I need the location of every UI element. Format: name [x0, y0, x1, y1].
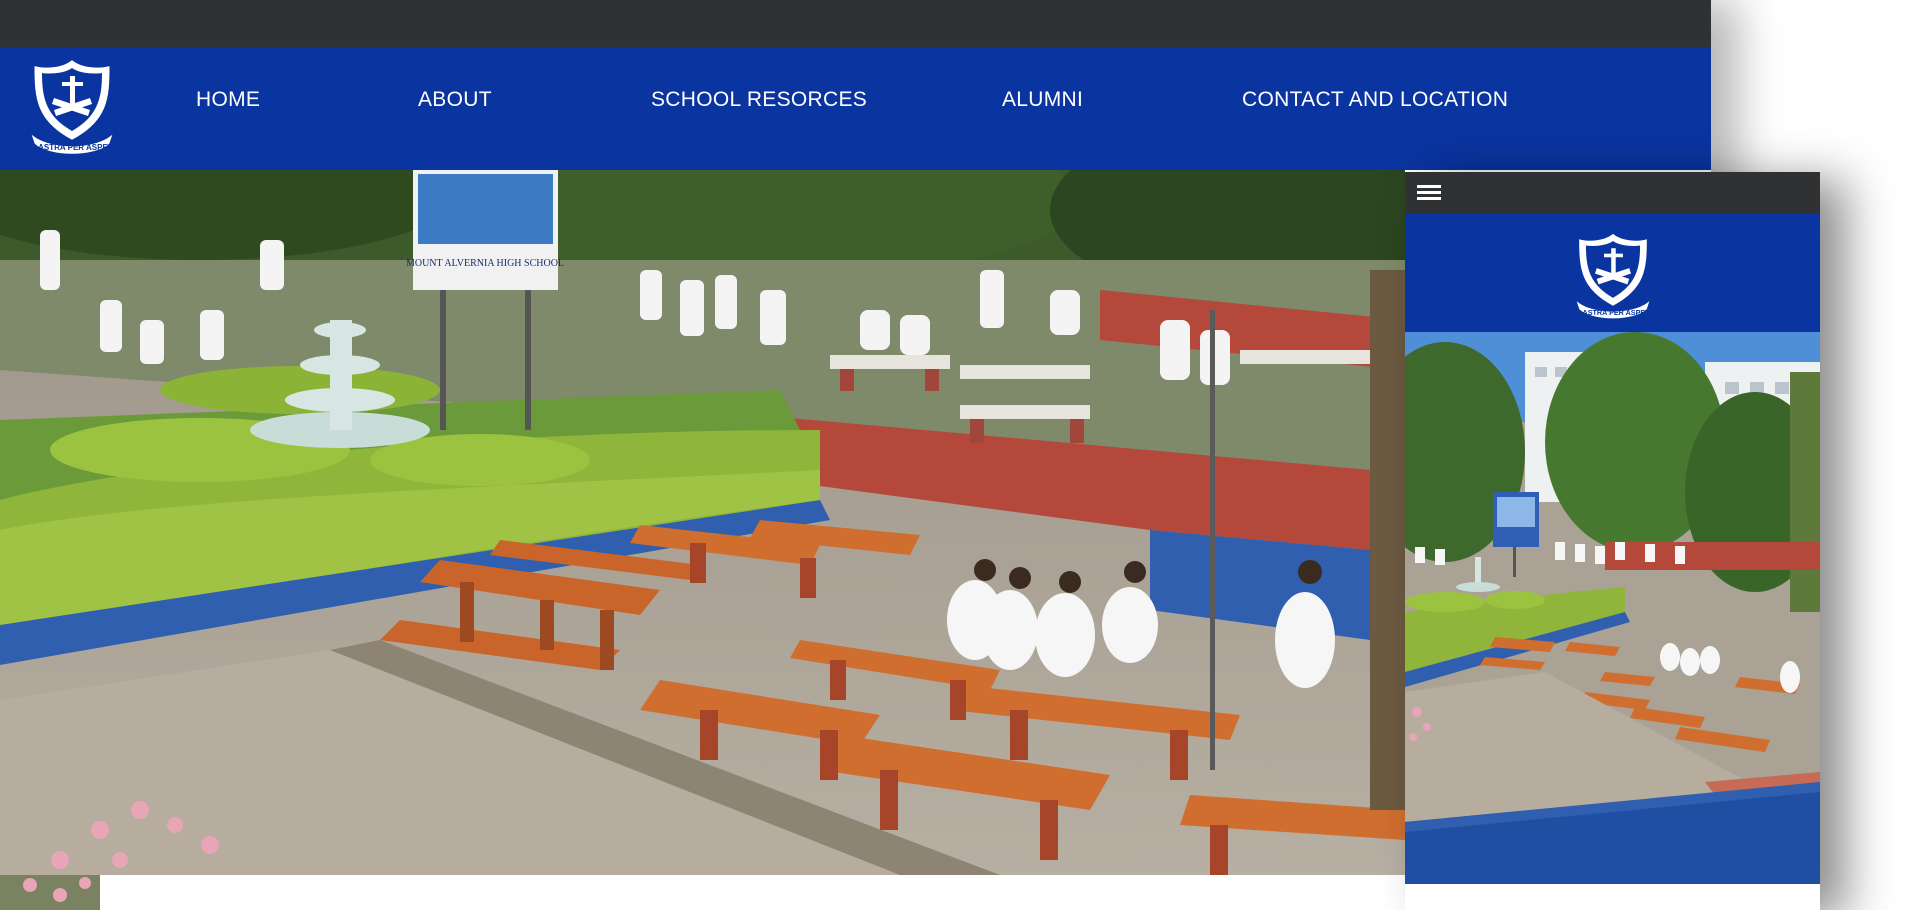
nav-school-resources[interactable]: SCHOOL RESORCES — [651, 88, 867, 112]
hero-photo-bottom-edge — [0, 875, 100, 910]
hamburger-menu-icon[interactable] — [1417, 182, 1443, 204]
nav-contact-and-location[interactable]: CONTACT AND LOCATION — [1242, 88, 1508, 112]
mobile-content-card — [1405, 884, 1820, 910]
mobile-top-bar — [1405, 172, 1820, 214]
desktop-content-card — [100, 875, 1405, 910]
crest-motto: AD ASTRA PER ASPERA — [26, 143, 118, 152]
mobile-mockup: AD ASTRA PER ASPERA — [1405, 172, 1820, 910]
school-building-courtyard-photo — [1405, 332, 1820, 884]
mobile-crest-motto: AD ASTRA PER ASPERA — [1570, 308, 1656, 317]
page-stage: AD ASTRA PER ASPERA HOME ABOUT SCHOOL RE… — [0, 0, 1920, 910]
hero-sign-text: MOUNT ALVERNIA HIGH SCHOOL — [406, 258, 564, 269]
nav-home[interactable]: HOME — [196, 88, 260, 112]
nav-about[interactable]: ABOUT — [418, 88, 492, 112]
mobile-crest-logo-icon[interactable]: AD ASTRA PER ASPERA — [1570, 232, 1656, 324]
school-courtyard-photo: MOUNT ALVERNIA HIGH SCHOOL — [0, 170, 1405, 875]
crest-logo-icon[interactable]: AD ASTRA PER ASPERA — [26, 58, 118, 160]
nav-alumni[interactable]: ALUMNI — [1002, 88, 1083, 112]
desktop-top-bar — [0, 0, 1711, 47]
